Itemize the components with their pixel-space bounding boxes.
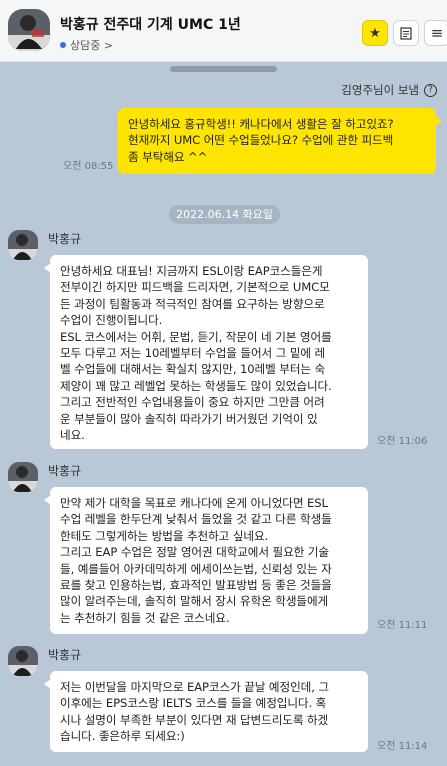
favorite-button[interactable]: ★ — [362, 20, 388, 46]
help-icon[interactable]: ? — [424, 83, 437, 97]
avatar-photo-icon — [8, 230, 38, 260]
avatar-photo-icon — [8, 462, 38, 492]
received-message-bubble[interactable]: 안녕하세요 대표님! 지금까지 ESL이랑 EAP코스들은게 전부이긴 하지만 … — [44, 255, 368, 449]
chat-header: 박홍규 전주대 기계 UMC 1년 상담중 > ★ ≡ — [0, 0, 447, 62]
avatar-photo-icon — [8, 9, 50, 51]
status-dot-icon — [60, 42, 66, 48]
message-time: 오전 11:14 — [377, 741, 428, 752]
sender-avatar[interactable] — [8, 230, 38, 260]
sender-avatar[interactable] — [8, 646, 38, 676]
profile-avatar[interactable] — [8, 9, 50, 51]
message-time: 오전 11:06 — [377, 436, 428, 447]
sender-note-label: 김영주님이 보냄 — [341, 83, 419, 97]
message-time: 오전 08:55 — [63, 161, 114, 172]
menu-button[interactable]: ≡ — [424, 20, 447, 46]
star-icon: ★ — [369, 25, 381, 41]
sender-name: 박홍규 — [48, 648, 82, 662]
received-message-bubble[interactable]: 저는 이번달을 마지막으로 EAP코스가 끝날 예정인데, 그 이후에는 EPS… — [44, 671, 368, 752]
received-message-bubble[interactable]: 만약 제가 대학을 목표로 캐나다에 온게 아니었다면 ESL 수업 레벨을 한… — [44, 487, 368, 634]
sender-avatar[interactable] — [8, 462, 38, 492]
sender-name: 박홍규 — [48, 232, 82, 246]
message-time: 오전 11:11 — [377, 620, 428, 631]
scroll-indicator[interactable] — [170, 66, 277, 72]
avatar-photo-icon — [8, 646, 38, 676]
sender-name: 박홍규 — [48, 464, 82, 478]
menu-icon: ≡ — [430, 24, 444, 42]
consult-status[interactable]: 상담중 > — [60, 37, 113, 53]
status-label: 상담중 > — [70, 39, 114, 52]
document-icon — [400, 26, 412, 40]
date-divider: 2022.06.14 화요일 — [169, 205, 280, 224]
my-message-bubble[interactable]: 안녕하세요 홍규학생!! 캐나다에서 생활은 잘 하고있죠? 현재까지 UMC … — [118, 108, 442, 174]
chat-title: 박홍규 전주대 기계 UMC 1년 — [60, 17, 241, 33]
sender-note: 김영주님이 보냄 ? — [341, 82, 437, 98]
notes-button[interactable] — [393, 20, 419, 46]
